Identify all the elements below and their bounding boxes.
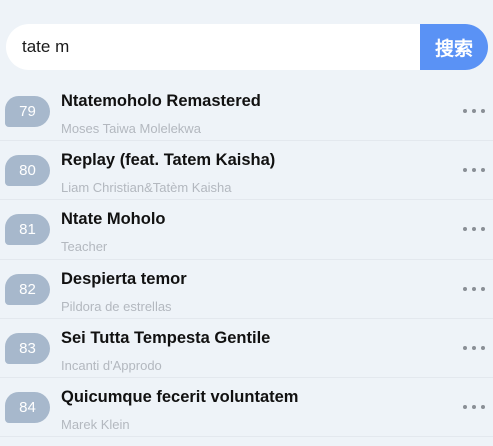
rank-badge: 84 bbox=[5, 391, 50, 423]
more-dots-icon[interactable] bbox=[463, 163, 485, 177]
result-row[interactable]: 83 Sei Tutta Tempesta Gentile Incanti d'… bbox=[0, 319, 493, 378]
more-dots-icon[interactable] bbox=[463, 400, 485, 414]
song-title: Quicumque fecerit voluntatem bbox=[61, 387, 299, 406]
search-button[interactable]: 搜索 bbox=[420, 24, 488, 70]
song-title: Replay (feat. Tatem Kaisha) bbox=[61, 151, 276, 170]
song-title: Ntatemoholo Remastered bbox=[61, 92, 261, 110]
result-row[interactable]: 80 Replay (feat. Tatem Kaisha) Liam Chri… bbox=[0, 141, 493, 201]
song-artist: Incanti d'Approdo bbox=[61, 357, 162, 373]
rank-badge: 80 bbox=[5, 155, 50, 187]
result-row[interactable]: 81 Ntate Moholo Teacher bbox=[0, 200, 493, 260]
search-results-page: 搜索 79 Ntatemoholo Remastered Moses Taiwa… bbox=[0, 0, 493, 446]
result-row[interactable]: 79 Ntatemoholo Remastered Moses Taiwa Mo… bbox=[0, 82, 493, 142]
result-row[interactable]: 84 Quicumque fecerit voluntatem Marek Kl… bbox=[0, 378, 493, 438]
song-artist: Pildora de estrellas bbox=[61, 298, 172, 314]
rank-badge: 83 bbox=[5, 332, 50, 364]
song-title: Sei Tutta Tempesta Gentile bbox=[61, 328, 271, 347]
rank-badge: 79 bbox=[5, 96, 50, 127]
more-dots-icon[interactable] bbox=[463, 341, 485, 355]
song-artist: Liam Christian&Tatèm Kaisha bbox=[61, 180, 232, 196]
song-artist: Moses Taiwa Molelekwa bbox=[61, 121, 201, 136]
song-title: Despierta temor bbox=[61, 269, 187, 288]
song-artist: Teacher bbox=[61, 239, 108, 255]
search-input[interactable] bbox=[6, 24, 420, 70]
result-list: 79 Ntatemoholo Remastered Moses Taiwa Mo… bbox=[0, 82, 493, 438]
rank-badge: 81 bbox=[5, 214, 50, 246]
song-title: Ntate Moholo bbox=[61, 210, 166, 229]
more-dots-icon[interactable] bbox=[463, 104, 485, 118]
more-dots-icon[interactable] bbox=[463, 222, 485, 236]
rank-badge: 82 bbox=[5, 273, 50, 305]
more-dots-icon[interactable] bbox=[463, 282, 485, 296]
song-artist: Marek Klein bbox=[61, 416, 130, 432]
result-row[interactable]: 82 Despierta temor Pildora de estrellas bbox=[0, 260, 493, 319]
search-bar: 搜索 bbox=[6, 24, 488, 70]
